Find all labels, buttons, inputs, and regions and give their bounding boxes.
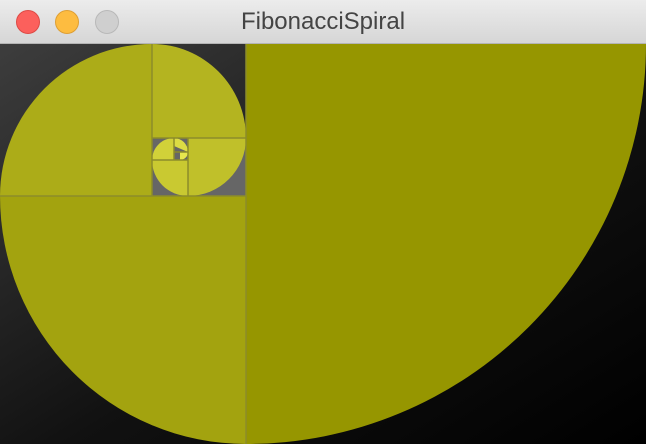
drawing-canvas	[0, 44, 646, 444]
title-bar[interactable]: FibonacciSpiral	[0, 0, 646, 44]
fibonacci-spiral-drawing	[0, 44, 646, 444]
window-title: FibonacciSpiral	[240, 8, 406, 35]
app-window: FibonacciSpiral	[0, 0, 646, 444]
